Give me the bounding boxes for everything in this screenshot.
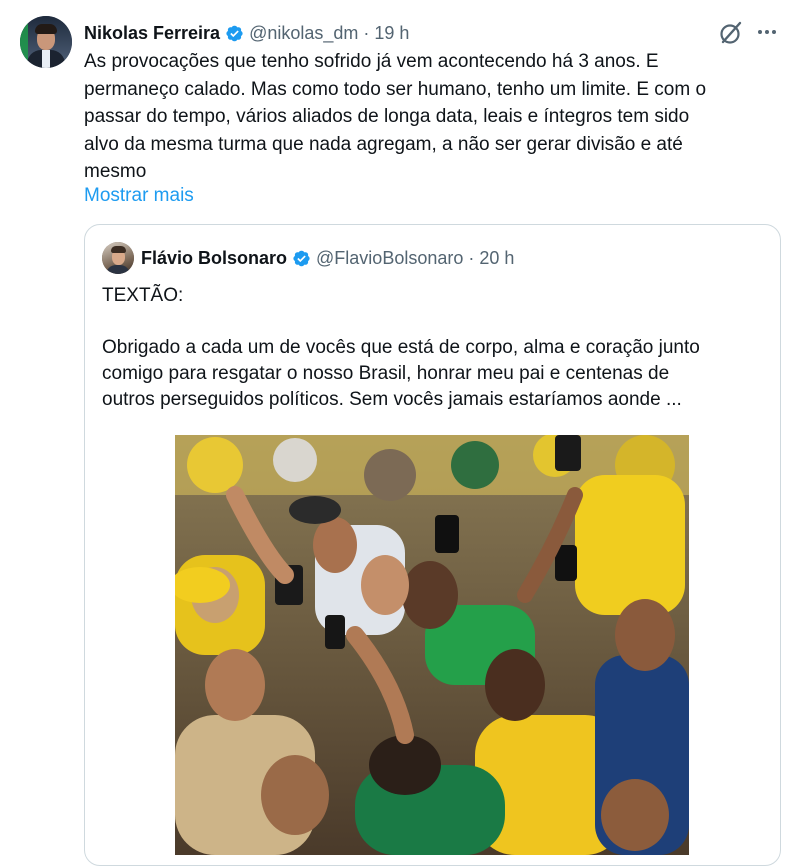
show-more-link[interactable]: Mostrar mais [84,183,194,209]
quoted-text-blank-line [102,309,772,335]
grok-icon[interactable] [718,20,744,46]
quoted-author-avatar[interactable] [102,242,134,274]
verified-badge-icon[interactable] [292,249,311,268]
crowd-photo-illustration [175,435,689,855]
tweet-text-line: As provocações que tenho sofrido já vem … [84,51,659,72]
verified-badge-icon[interactable] [225,24,244,43]
tweet-timestamp[interactable]: 19 h [374,23,409,44]
quoted-author-name[interactable]: Flávio Bolsonaro [141,248,287,269]
tweet-text-line: alvo da mesma turma que nada agregam, a … [84,133,683,155]
quoted-tweet[interactable]: Flávio Bolsonaro @FlavioBolsonaro · 20 h… [84,224,781,866]
quoted-tweet-timestamp[interactable]: 20 h [479,248,514,269]
author-handle[interactable]: @nikolas_dm [249,23,358,44]
quoted-tweet-text: TEXTÃO: Obrigado a cada um de vocês que … [102,283,772,413]
quoted-text-line: Obrigado a cada um de vocês que está de … [102,337,700,358]
tweet-text-line: permaneço calado. Mas como todo ser huma… [84,78,707,100]
avatar-suit [106,265,130,274]
tweet[interactable]: Nikolas Ferreira @nikolas_dm · 19 h As p… [0,0,800,866]
separator-dot: · [468,247,475,268]
more-dot [758,30,762,34]
quoted-text-line: TEXTÃO: [102,285,184,306]
author-name[interactable]: Nikolas Ferreira [84,23,220,44]
author-avatar[interactable] [20,16,72,68]
avatar-hair [35,24,57,34]
tweet-text-line: mesmo [84,161,147,182]
tweet-header: Nikolas Ferreira @nikolas_dm · 19 h [84,20,409,46]
avatar-shirt [42,50,50,68]
quoted-tweet-photo[interactable] [175,435,689,855]
more-options-icon[interactable] [752,18,782,46]
quoted-author-handle[interactable]: @FlavioBolsonaro [316,248,463,269]
quoted-text-line: outros perseguidos políticos. Sem vocês … [102,389,682,410]
tweet-text: As provocações que tenho sofrido já vem … [84,48,744,186]
quoted-tweet-header: Flávio Bolsonaro @FlavioBolsonaro · 20 h [141,246,514,270]
more-dot [772,30,776,34]
tweet-text-line: passar do tempo, vários aliados de longa… [84,106,690,127]
separator-dot: · [363,22,370,43]
quoted-text-line: comigo para resgatar o nosso Brasil, hon… [102,363,670,384]
avatar-hair [111,246,126,253]
more-dot [765,30,769,34]
